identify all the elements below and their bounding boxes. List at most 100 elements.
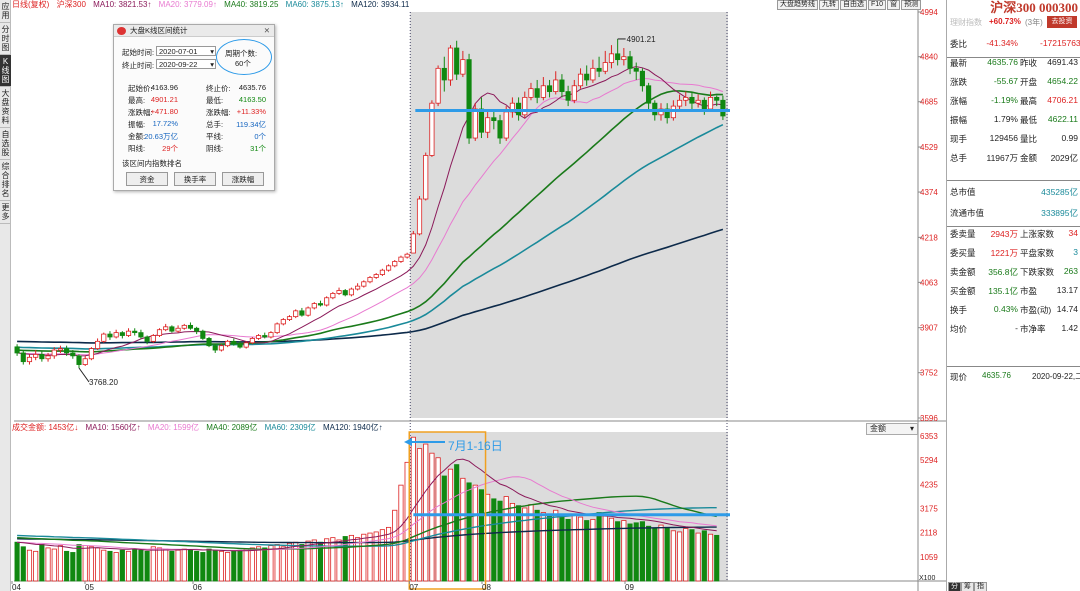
- volume-header: 成交金额: 1453亿↓ MA10: 1560亿↑ MA20: 1599亿 MA…: [12, 423, 388, 433]
- candle-body: [293, 310, 299, 318]
- volume-bar: [472, 484, 478, 582]
- volume-bar: [646, 525, 652, 582]
- candle-body: [491, 117, 497, 122]
- candle-body: [584, 73, 590, 81]
- quote-value: 0.43%: [993, 304, 1018, 314]
- start-time-input[interactable]: 2020-07-01 ▾: [156, 46, 216, 56]
- candle-body: [714, 96, 720, 101]
- candle-body: [423, 155, 429, 200]
- volume-bar: [231, 550, 237, 582]
- candle-body: [76, 355, 82, 365]
- stat-value: 4635.76: [238, 83, 266, 92]
- volume-axis-tick: 3175: [920, 505, 938, 514]
- candle-body: [503, 111, 509, 139]
- toolbar-button-0[interactable]: 大盘趋势线: [777, 0, 818, 10]
- candle-body: [243, 342, 249, 348]
- volume-axis-tick: 1059: [920, 553, 938, 562]
- candle-body: [45, 355, 51, 360]
- volume-bar: [466, 482, 472, 582]
- toolbar-button-3[interactable]: F10: [868, 0, 887, 10]
- volume-bar: [194, 550, 200, 582]
- candle-body: [361, 281, 367, 287]
- candle-body: [639, 70, 645, 87]
- end-time-input[interactable]: 2020-09-22 ▾: [156, 59, 216, 69]
- volume-bar: [522, 507, 528, 582]
- app-root: 应用 分时图 K线图 大盘资料 自选股 综合排名 更多 日线(复权) 沪深300 MA10:…: [0, 0, 1080, 591]
- toolbar-button-2[interactable]: 自由选: [840, 0, 867, 10]
- start-time-value: 2020-07-01: [159, 47, 198, 56]
- app-logo-icon: [117, 27, 126, 35]
- volume-bar: [447, 468, 454, 582]
- toolbar-button-1[interactable]: 九转: [819, 0, 839, 10]
- volume-bar: [652, 528, 658, 582]
- candle-body: [206, 338, 212, 347]
- bottom-tab-1[interactable]: 筹: [961, 582, 974, 591]
- candle-body: [373, 274, 379, 278]
- close-icon[interactable]: ✕: [264, 25, 270, 37]
- candle-body: [398, 256, 404, 262]
- volume-bar: [181, 548, 187, 582]
- bottom-tab-bar: 分筹指: [948, 582, 987, 591]
- volume-bar: [633, 522, 639, 582]
- invest-button[interactable]: 去投资: [1047, 16, 1077, 28]
- volume-bar: [373, 531, 379, 582]
- quote-key: 涨跌: [950, 77, 968, 87]
- end-time-value: 2020-09-22: [159, 60, 198, 69]
- volume-bar: [670, 530, 676, 582]
- quote-value: 4691.43: [1047, 57, 1078, 67]
- candle-body: [237, 343, 243, 348]
- candle-body: [26, 356, 33, 363]
- candle-body: [138, 332, 144, 338]
- quote-key: 最高: [1020, 96, 1038, 106]
- candle-body: [689, 96, 695, 104]
- price-axis-tick: 4685: [920, 98, 938, 107]
- chevron-down-icon: ▾: [210, 60, 214, 69]
- volume-bar: [299, 544, 305, 582]
- toolbar-button-5[interactable]: 预测: [901, 0, 922, 10]
- candle-body: [386, 265, 392, 271]
- volume-bar: [571, 514, 577, 582]
- volume-bar: [361, 533, 367, 582]
- candle-body: [720, 99, 726, 117]
- volume-indicator-dropdown[interactable]: 金额 ▾: [866, 423, 918, 435]
- candle-body: [88, 348, 94, 360]
- stat-value: 20.63万亿: [144, 132, 178, 141]
- candle-body: [540, 85, 546, 98]
- volume-bar: [255, 546, 262, 582]
- chevron-down-icon: ▾: [210, 47, 214, 56]
- rank-by-change-button[interactable]: 涨跌幅: [222, 172, 264, 186]
- candle-body: [590, 67, 596, 81]
- candle-body: [286, 316, 293, 320]
- candle-body: [522, 96, 528, 116]
- price-axis-tick: 4218: [920, 233, 938, 242]
- candle-body: [156, 329, 163, 336]
- volume-bar: [20, 546, 26, 582]
- candle-body: [305, 307, 311, 316]
- bottom-tab-2[interactable]: 指: [974, 582, 987, 591]
- candle-body: [627, 56, 633, 69]
- quote-value: 333895亿: [1041, 208, 1078, 218]
- candle-body: [460, 59, 466, 75]
- candle-body: [101, 333, 107, 342]
- quote-value: -1.19%: [991, 95, 1018, 105]
- stat-label: 涨跌幅:: [206, 108, 231, 117]
- quote-value: 3: [1073, 247, 1078, 257]
- candle-body: [57, 348, 64, 351]
- bottom-tab-0[interactable]: 分: [948, 582, 961, 591]
- candle-body: [528, 88, 534, 98]
- quote-value: 2029亿: [1050, 153, 1078, 163]
- rank-by-funds-button[interactable]: 资金: [126, 172, 168, 186]
- rank-by-turnover-button[interactable]: 换手率: [174, 172, 216, 186]
- candle-body: [249, 338, 255, 344]
- quote-value: 356.8亿: [988, 267, 1018, 277]
- toolbar-button-4[interactable]: 窗: [887, 0, 901, 10]
- volume-bar: [478, 489, 485, 582]
- quote-key: 最新: [950, 58, 968, 68]
- candle-body: [175, 327, 181, 332]
- end-time-label: 终止时间:: [122, 61, 155, 70]
- candle-body: [701, 99, 707, 110]
- volume-axis-tick: 6353: [920, 432, 938, 441]
- volume-bar: [676, 531, 683, 582]
- dialog-titlebar[interactable]: 大盘K线区间统计 ✕: [114, 25, 274, 37]
- quote-value: -17215763: [1040, 38, 1080, 48]
